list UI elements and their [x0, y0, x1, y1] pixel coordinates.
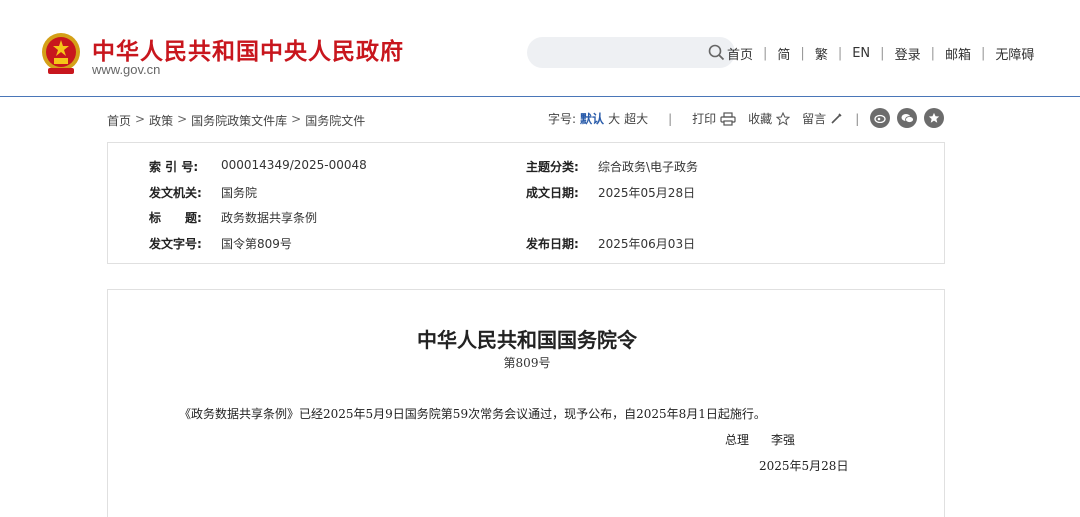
document-sign-date: 2025年5月28日 — [759, 459, 849, 473]
info-value: 国务院 — [221, 186, 258, 200]
nav-separator: | — [930, 46, 935, 61]
document-number: 第809号 — [503, 356, 551, 370]
pencil-icon[interactable] — [830, 112, 843, 125]
breadcrumb-separator: > — [291, 112, 302, 126]
tools-separator: | — [668, 111, 673, 126]
font-size-label: 字号: — [548, 112, 577, 126]
info-value: 综合政务\电子政务 — [598, 160, 699, 174]
nav-separator: | — [800, 46, 805, 61]
breadcrumb-policy-library[interactable]: 国务院政策文件库 — [191, 112, 287, 129]
info-category: 主题分类: 综合政务\电子政务 — [526, 158, 698, 175]
document-title: 中华人民共和国国务院令 — [417, 328, 637, 352]
nav-separator: | — [880, 46, 885, 61]
top-nav: 首页 | 简 | 繁 | EN | 登录 | 邮箱 | 无障碍 — [727, 44, 1034, 63]
nav-english[interactable]: EN — [852, 46, 870, 61]
document-content: 中华人民共和国国务院令 第809号 《政务数据共享条例》已经2025年5月9日国… — [107, 289, 945, 517]
info-label: 发文机关: — [149, 186, 202, 200]
signer-role: 总理 — [725, 433, 750, 447]
tools-separator: | — [855, 111, 860, 126]
breadcrumb-home[interactable]: 首页 — [107, 112, 131, 129]
share-icons — [870, 108, 944, 128]
info-title: 标 题: 政务数据共享条例 — [149, 209, 317, 226]
document-body: 《政务数据共享条例》已经2025年5月9日国务院第59次常务会议通过，现予公布，… — [179, 407, 766, 421]
info-label: 成文日期: — [526, 186, 579, 200]
nav-accessibility[interactable]: 无障碍 — [995, 44, 1034, 63]
nav-simplified[interactable]: 简 — [777, 44, 790, 63]
info-issuer: 发文机关: 国务院 — [149, 184, 257, 201]
nav-separator: | — [980, 46, 986, 61]
info-label: 索 引 号: — [149, 160, 199, 174]
nav-login[interactable]: 登录 — [895, 44, 921, 63]
favorite-button[interactable]: 收藏 — [748, 110, 772, 127]
nav-separator: | — [763, 46, 768, 61]
document-signature: 总理 李强 — [725, 431, 795, 448]
nav-traditional[interactable]: 繁 — [815, 44, 828, 63]
site-title[interactable]: 中华人民共和国中央人民政府 — [92, 32, 404, 66]
breadcrumb-state-council-docs[interactable]: 国务院文件 — [305, 112, 365, 129]
national-emblem-icon[interactable] — [40, 32, 82, 76]
site-header: 中华人民共和国中央人民政府 www.gov.cn 首页 | 简 | 繁 | EN… — [0, 0, 1080, 97]
info-value: 国令第809号 — [221, 237, 292, 251]
font-size-default[interactable]: 默认 — [580, 110, 604, 127]
info-value: 2025年05月28日 — [598, 186, 696, 200]
weibo-icon[interactable] — [870, 108, 890, 128]
info-doc-no: 发文字号: 国令第809号 — [149, 235, 292, 252]
star-icon[interactable] — [924, 108, 944, 128]
info-date-written: 成文日期: 2025年05月28日 — [526, 184, 695, 201]
breadcrumb-policy[interactable]: 政策 — [149, 112, 173, 129]
nav-separator: | — [837, 46, 843, 61]
info-publish-date: 发布日期: 2025年06月03日 — [526, 235, 695, 252]
page-tools: 字号: 默认 大 超大 | 打印 收藏 留言 | — [548, 110, 879, 127]
nav-home[interactable]: 首页 — [727, 44, 753, 63]
comment-button[interactable]: 留言 — [802, 110, 826, 127]
breadcrumb-separator: > — [135, 112, 146, 126]
info-label: 主题分类: — [526, 160, 579, 174]
font-size-large[interactable]: 大 — [608, 110, 620, 127]
font-size-xlarge[interactable]: 超大 — [624, 110, 648, 127]
signer-name: 李强 — [771, 433, 796, 447]
print-button[interactable]: 打印 — [692, 110, 716, 127]
info-label: 发文字号: — [149, 237, 202, 251]
info-label: 标 题: — [149, 211, 202, 225]
info-index-no: 索 引 号: 000014349/2025-00048 — [149, 158, 367, 175]
site-url[interactable]: www.gov.cn — [92, 62, 160, 77]
info-label: 发布日期: — [526, 237, 579, 251]
star-outline-icon[interactable] — [776, 111, 791, 126]
search-input[interactable] — [527, 37, 735, 68]
info-value: 000014349/2025-00048 — [221, 158, 367, 172]
wechat-icon[interactable] — [897, 108, 917, 128]
info-value: 2025年06月03日 — [598, 237, 696, 251]
breadcrumb: 首页 > 政策 > 国务院政策文件库 > 国务院文件 — [107, 112, 365, 129]
print-icon[interactable] — [720, 111, 736, 126]
nav-mail[interactable]: 邮箱 — [945, 44, 971, 63]
breadcrumb-separator: > — [177, 112, 188, 126]
document-info-panel: 索 引 号: 000014349/2025-00048 主题分类: 综合政务\电… — [107, 142, 945, 264]
info-value: 政务数据共享条例 — [221, 211, 318, 225]
search-icon[interactable] — [708, 44, 725, 61]
